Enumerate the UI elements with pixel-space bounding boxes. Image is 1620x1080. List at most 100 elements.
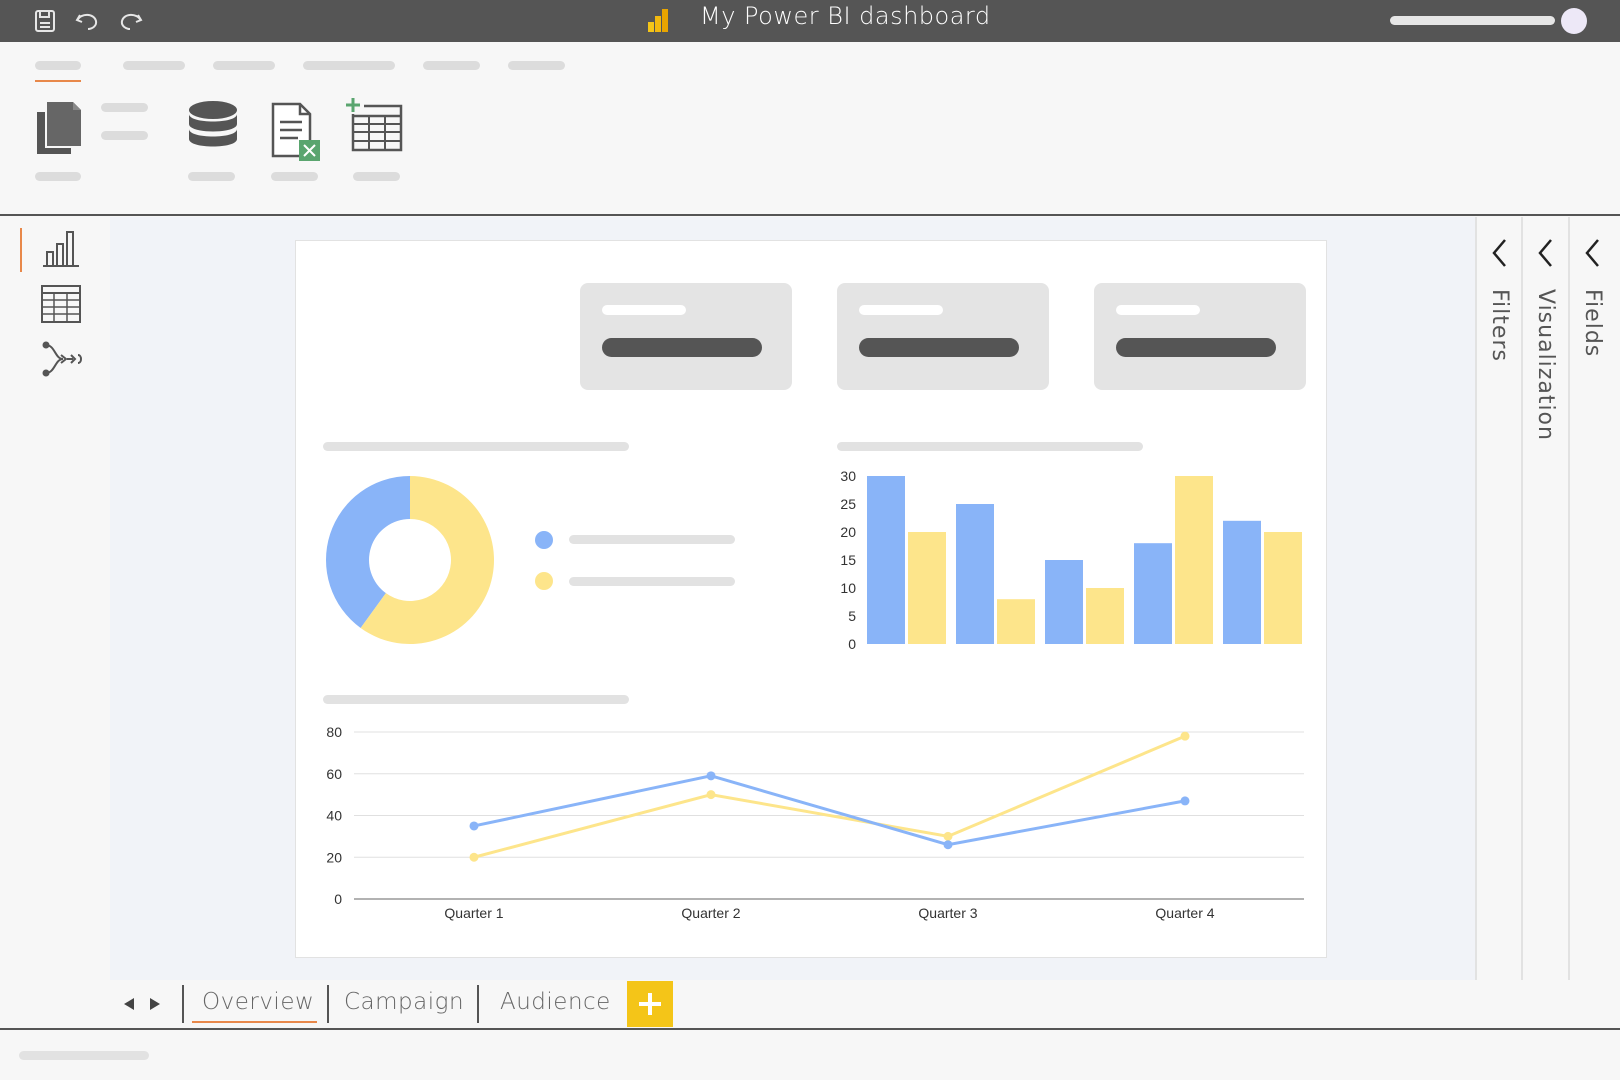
ribbon-button-label[interactable] [101, 103, 148, 112]
database-icon[interactable] [185, 100, 241, 160]
undo-icon[interactable] [72, 6, 102, 36]
tab-active-indicator [192, 1021, 317, 1023]
tab-divider [327, 985, 329, 1023]
model-icon[interactable] [41, 340, 83, 382]
x-tick-label: Quarter 3 [918, 905, 977, 921]
ribbon-button-label [35, 172, 81, 181]
avatar[interactable] [1561, 8, 1587, 34]
data-point[interactable] [943, 831, 953, 841]
ribbon-button-label [188, 172, 235, 181]
ribbon-tab[interactable] [213, 61, 275, 70]
y-tick-label: 0 [848, 636, 856, 652]
filters-pane-label: Filters [1487, 289, 1512, 362]
bar[interactable] [1045, 560, 1083, 644]
excel-icon[interactable] [270, 102, 322, 166]
ribbon-tab[interactable] [508, 61, 565, 70]
status-bar [0, 1028, 1620, 1080]
save-icon[interactable] [30, 6, 60, 36]
y-tick-label: 25 [840, 496, 856, 512]
view-switcher [0, 217, 110, 980]
y-tick-label: 10 [840, 580, 856, 596]
series-line[interactable] [473, 774, 1186, 847]
legend-marker-yellow [535, 572, 553, 590]
next-page-arrow-icon[interactable] [148, 996, 162, 1015]
tab-campaign[interactable]: Campaign [344, 980, 464, 1024]
zoom-slider[interactable] [1390, 16, 1555, 25]
chevron-left-icon[interactable] [1489, 237, 1509, 273]
y-tick-label: 20 [840, 524, 856, 540]
bar[interactable] [908, 532, 946, 644]
kpi-card[interactable] [580, 283, 792, 390]
title-bar: My Power BI dashboard [0, 0, 1620, 42]
data-point[interactable] [706, 790, 716, 800]
ribbon-tab[interactable] [303, 61, 395, 70]
bar[interactable] [1264, 532, 1302, 644]
y-tick-label: 60 [326, 766, 342, 782]
bar-chart-icon[interactable] [41, 228, 81, 272]
bar[interactable] [867, 476, 905, 644]
filters-pane[interactable]: Filters [1475, 217, 1521, 980]
fields-pane-label: Fields [1580, 289, 1605, 358]
data-point[interactable] [943, 840, 953, 850]
donut-chart[interactable] [320, 470, 500, 650]
donut-chart-title-placeholder [323, 442, 629, 451]
status-text-placeholder [19, 1051, 149, 1060]
add-page-button[interactable] [627, 981, 673, 1027]
prev-page-arrow-icon[interactable] [122, 996, 136, 1015]
y-tick-label: 15 [840, 552, 856, 568]
data-point[interactable] [469, 821, 479, 831]
data-point[interactable] [706, 771, 716, 781]
bar[interactable] [956, 504, 994, 644]
bar[interactable] [1086, 588, 1124, 644]
view-active-indicator [20, 228, 22, 272]
legend-marker-blue [535, 531, 553, 549]
series-line[interactable] [473, 734, 1186, 859]
chevron-left-icon[interactable] [1582, 237, 1602, 273]
bar-chart-title-placeholder [837, 442, 1143, 451]
ribbon-tab[interactable] [123, 61, 185, 70]
visualization-pane[interactable]: Visualization [1521, 217, 1567, 980]
x-tick-label: Quarter 1 [444, 905, 503, 921]
x-tick-label: Quarter 4 [1155, 905, 1214, 921]
y-tick-label: 30 [840, 468, 856, 484]
y-tick-label: 0 [334, 891, 342, 907]
data-point[interactable] [1180, 731, 1190, 741]
chevron-left-icon[interactable] [1535, 237, 1555, 273]
legend-label-placeholder [569, 577, 735, 586]
data-point[interactable] [1180, 796, 1190, 806]
bar[interactable] [1175, 476, 1213, 644]
ribbon-button-label[interactable] [101, 131, 148, 140]
legend-label-placeholder [569, 535, 735, 544]
bar-chart[interactable]: 0 5 10 15 20 25 30 [830, 462, 1310, 656]
power-bi-logo [646, 8, 670, 38]
y-tick-label: 20 [326, 849, 342, 865]
x-tick-label: Quarter 2 [681, 905, 740, 921]
bar[interactable] [997, 599, 1035, 644]
tab-audience[interactable]: Audience [500, 980, 611, 1024]
fields-pane[interactable]: Fields [1568, 217, 1614, 980]
line-chart[interactable]: 0 20 40 60 80 Quarter 1 Quarter 2 Quarter 3 Quar… [312, 718, 1312, 928]
y-tick-label: 80 [326, 724, 342, 740]
kpi-card[interactable] [837, 283, 1049, 390]
side-panes: Filters Visualization Fields [1475, 217, 1620, 980]
tab-divider [477, 985, 479, 1023]
y-tick-label: 5 [848, 608, 856, 624]
y-tick-label: 40 [326, 808, 342, 824]
tab-divider [182, 985, 184, 1023]
ribbon-button-label [353, 172, 400, 181]
ribbon-button-label [271, 172, 318, 181]
kpi-card[interactable] [1094, 283, 1306, 390]
new-table-icon[interactable] [344, 96, 404, 160]
ribbon-tab-home[interactable] [35, 61, 81, 70]
line-chart-title-placeholder [323, 695, 629, 704]
redo-icon[interactable] [116, 6, 146, 36]
data-point[interactable] [469, 852, 479, 862]
visualization-pane-label: Visualization [1533, 289, 1558, 441]
tab-overview[interactable]: Overview [202, 980, 314, 1024]
table-icon[interactable] [41, 285, 81, 327]
bar[interactable] [1134, 543, 1172, 644]
bar[interactable] [1223, 520, 1261, 644]
paste-icon[interactable] [33, 100, 83, 159]
ribbon-tab[interactable] [423, 61, 480, 70]
page-tabs-bar: Overview Campaign Audience [110, 980, 1620, 1028]
